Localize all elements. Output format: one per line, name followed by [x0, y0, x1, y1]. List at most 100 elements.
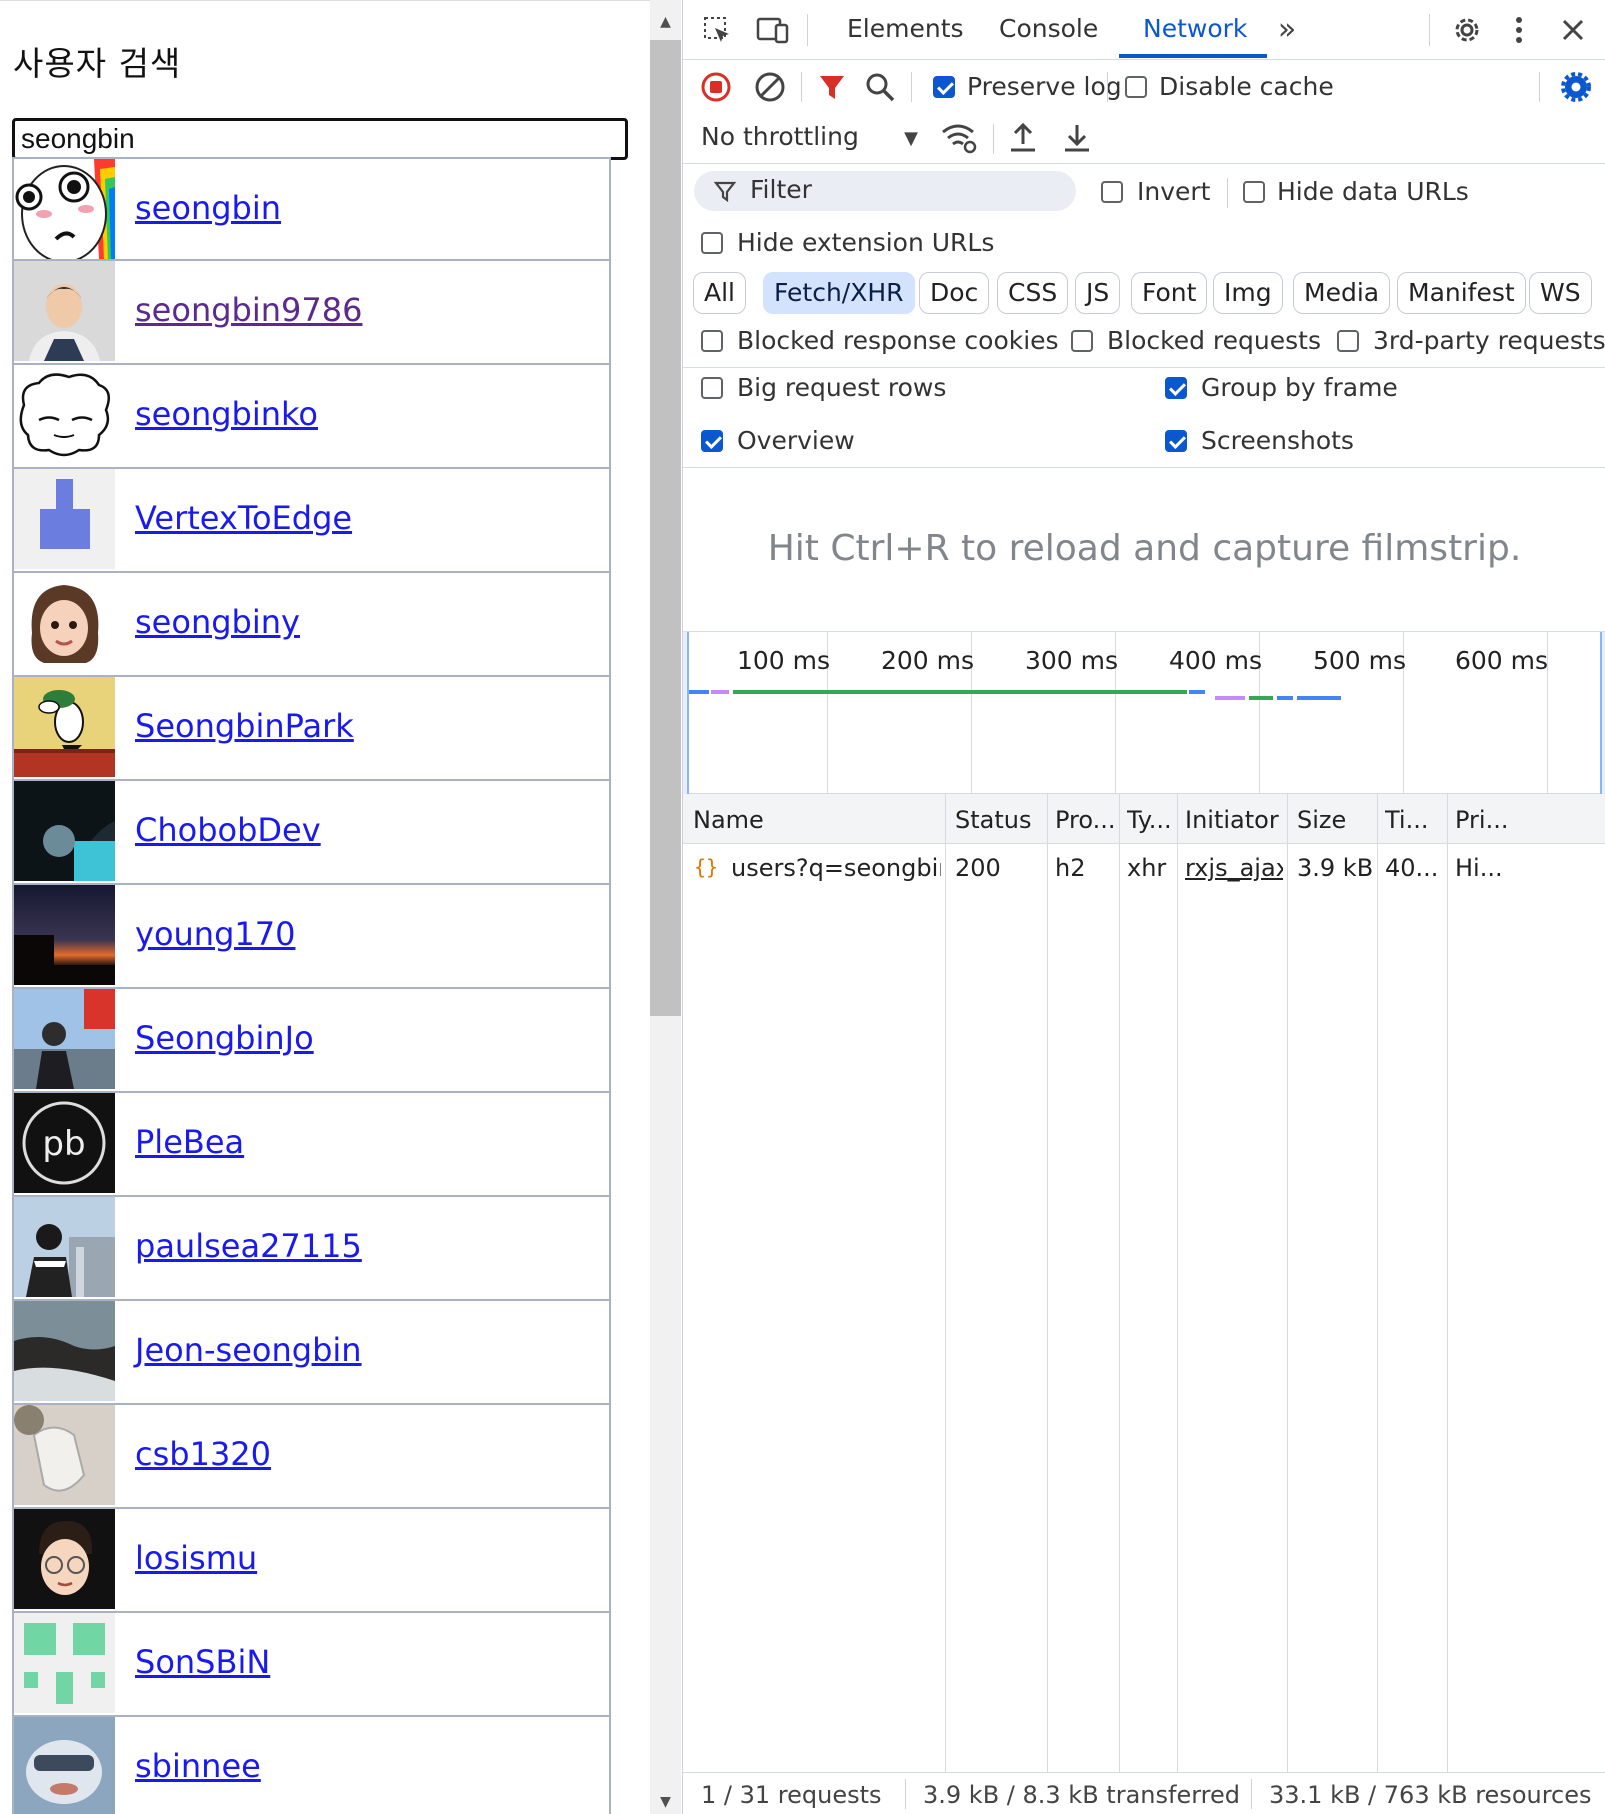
close-icon[interactable] — [1555, 12, 1591, 48]
column-separator — [1447, 794, 1448, 1772]
timeline-bar — [1297, 696, 1341, 700]
type-filter-media[interactable]: Media — [1293, 272, 1391, 314]
overview-handle-left[interactable] — [683, 632, 689, 794]
request-initiator-link[interactable]: rxjs_ajax.js — [1185, 854, 1283, 882]
separator — [807, 14, 808, 46]
column-header-initiator[interactable]: Initiator — [1185, 806, 1285, 834]
type-filter-manifest[interactable]: Manifest — [1397, 272, 1526, 314]
avatar — [14, 159, 115, 259]
request-row[interactable]: {} users?q=seongbin 200 h2 xhr rxjs_ajax… — [683, 844, 1605, 892]
network-settings-gear-icon[interactable] — [1559, 70, 1593, 104]
svg-text:pb: pb — [42, 1124, 85, 1164]
blocked-requests-checkbox[interactable] — [1071, 330, 1093, 352]
user-link[interactable]: PleBea — [135, 1123, 244, 1161]
screenshots-checkbox[interactable] — [1165, 430, 1187, 452]
filter-row: Filter Invert Hide data URLs — [683, 164, 1605, 222]
user-link[interactable]: seongbin — [135, 189, 281, 227]
user-link[interactable]: VertexToEdge — [135, 499, 352, 537]
avatar — [14, 469, 115, 569]
device-toolbar-icon[interactable] — [755, 14, 791, 46]
user-link[interactable]: seongbinko — [135, 395, 318, 433]
filter-icon[interactable] — [815, 70, 849, 104]
column-header-size[interactable]: Size — [1297, 806, 1377, 834]
search-icon[interactable] — [863, 70, 897, 104]
column-header-type[interactable]: Ty... — [1127, 806, 1177, 834]
invert-checkbox[interactable] — [1101, 181, 1123, 203]
separator — [801, 72, 802, 102]
overview-handle-right[interactable] — [1600, 632, 1605, 794]
user-list-item: VertexToEdge — [12, 469, 611, 573]
tab-elements[interactable]: Elements — [847, 14, 964, 43]
network-overview-timeline[interactable]: 100 ms 200 ms 300 ms 400 ms 500 ms 600 m… — [683, 632, 1605, 794]
scroll-thumb[interactable] — [650, 40, 681, 1016]
scroll-up-arrow-icon[interactable]: ▲ — [650, 10, 681, 34]
request-name[interactable]: users?q=seongbin — [731, 854, 941, 882]
column-header-status[interactable]: Status — [955, 806, 1045, 834]
overview-checkbox[interactable] — [701, 430, 723, 452]
timeline-tick-label: 400 ms — [1169, 646, 1263, 675]
separator — [905, 1779, 906, 1809]
type-filter-font[interactable]: Font — [1131, 272, 1208, 314]
timeline-tick-label: 600 ms — [1455, 646, 1549, 675]
inspect-element-icon[interactable] — [701, 14, 733, 46]
user-search-input[interactable] — [12, 118, 628, 160]
tab-network[interactable]: Network — [1143, 14, 1247, 43]
third-party-requests-checkbox[interactable] — [1337, 330, 1359, 352]
scroll-down-arrow-icon[interactable]: ▼ — [650, 1790, 681, 1814]
user-link[interactable]: SeongbinJo — [135, 1019, 314, 1057]
preserve-log-checkbox[interactable] — [933, 76, 955, 98]
user-link[interactable]: csb1320 — [135, 1435, 271, 1473]
filter-input[interactable]: Filter — [694, 171, 1076, 211]
timeline-tick-label: 300 ms — [1025, 646, 1119, 675]
type-filter-js[interactable]: JS — [1075, 272, 1121, 314]
user-link[interactable]: losismu — [135, 1539, 257, 1577]
column-header-time[interactable]: Ti... — [1385, 806, 1445, 834]
type-filter-img[interactable]: Img — [1213, 272, 1283, 314]
filmstrip-message: Hit Ctrl+R to reload and capture filmstr… — [767, 528, 1522, 569]
user-list-item: Jeon-seongbin — [12, 1301, 611, 1405]
user-link[interactable]: SonSBiN — [135, 1643, 270, 1681]
blocked-response-cookies-checkbox[interactable] — [701, 330, 723, 352]
chevron-down-icon[interactable]: ▼ — [901, 126, 921, 150]
network-options-row: Overview Screenshots — [683, 420, 1605, 468]
user-link[interactable]: seongbiny — [135, 603, 300, 641]
hide-data-urls-checkbox[interactable] — [1243, 181, 1265, 203]
big-request-rows-checkbox[interactable] — [701, 377, 723, 399]
type-filter-ws[interactable]: WS — [1529, 272, 1592, 314]
column-header-priority[interactable]: Pri... — [1455, 806, 1605, 834]
page-title: 사용자 검색 — [13, 44, 182, 83]
user-link[interactable]: young170 — [135, 915, 295, 953]
type-filter-all[interactable]: All — [693, 272, 746, 314]
tab-console[interactable]: Console — [999, 14, 1098, 43]
download-icon[interactable] — [1059, 120, 1095, 156]
user-link[interactable]: ChobobDev — [135, 811, 321, 849]
user-link[interactable]: SeongbinPark — [135, 707, 354, 745]
type-filter-css[interactable]: CSS — [997, 272, 1069, 314]
stop-recording-icon[interactable] — [699, 70, 733, 104]
gear-icon[interactable] — [1449, 12, 1485, 48]
request-table-header: Name Status Pro... Ty... Initiator Size … — [683, 794, 1605, 844]
user-link[interactable]: Jeon-seongbin — [135, 1331, 362, 1369]
column-header-protocol[interactable]: Pro... — [1055, 806, 1119, 834]
timeline-bar — [689, 690, 709, 694]
user-link[interactable]: paulsea27115 — [135, 1227, 362, 1265]
clear-icon[interactable] — [753, 70, 787, 104]
devtools-panel: Elements Console Network » Preserve log … — [682, 0, 1605, 1814]
network-conditions-icon[interactable] — [939, 120, 979, 156]
disable-cache-checkbox[interactable] — [1125, 76, 1147, 98]
hide-extension-urls-checkbox[interactable] — [701, 232, 723, 254]
column-header-name[interactable]: Name — [693, 806, 943, 834]
type-filter-fetch-xhr[interactable]: Fetch/XHR — [763, 272, 915, 314]
group-by-frame-checkbox[interactable] — [1165, 377, 1187, 399]
user-link[interactable]: sbinnee — [135, 1747, 261, 1785]
throttling-select[interactable]: No throttling — [701, 122, 859, 151]
more-options-icon[interactable] — [1509, 12, 1529, 48]
page-scrollbar[interactable]: ▲ ▼ — [650, 0, 681, 1814]
timeline-tick-label: 100 ms — [737, 646, 831, 675]
type-filter-doc[interactable]: Doc — [919, 272, 990, 314]
upload-icon[interactable] — [1005, 120, 1041, 156]
user-link[interactable]: seongbin9786 — [135, 291, 362, 329]
chevron-double-right-icon[interactable]: » — [1271, 12, 1303, 47]
separator — [1429, 14, 1430, 46]
user-list-item: seongbin — [12, 157, 611, 261]
